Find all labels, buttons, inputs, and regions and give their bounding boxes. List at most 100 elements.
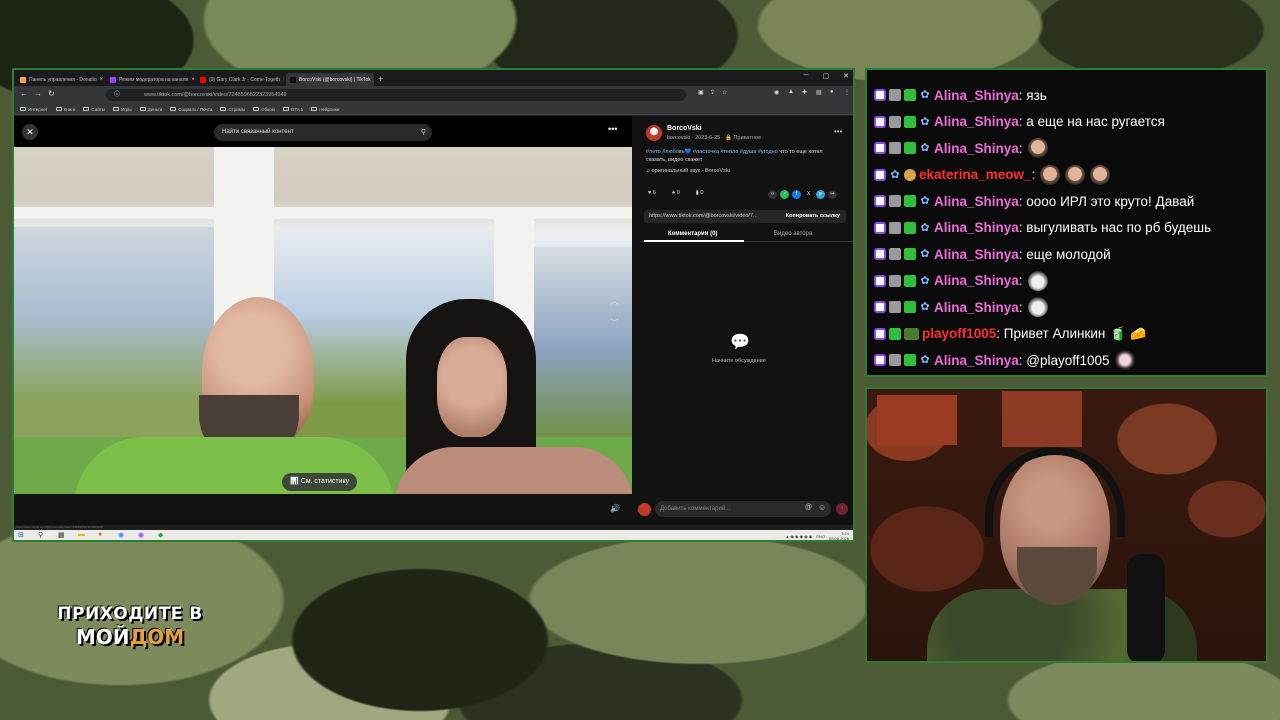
language-indicator[interactable]: ENG	[816, 534, 825, 539]
x-icon[interactable]: X	[804, 190, 813, 199]
chat-bubbles-icon: 💬	[730, 334, 750, 351]
tab-favicon-icon	[110, 76, 116, 83]
bookmark-star-icon[interactable]: ☆	[722, 89, 727, 96]
browser-tab[interactable]: Панель управления - Donatio ×	[16, 73, 104, 86]
chat-username[interactable]: Alina_Shinya	[934, 88, 1019, 103]
tray-icons[interactable]: ▲ ◉ ◉ ◉ ◉ ◉	[785, 534, 812, 539]
statistics-label: См. статистику	[300, 478, 350, 485]
video-player[interactable]: ✕ Найти связанный контент ⚲ ••• ︿ ﹀ 📊 См…	[14, 116, 632, 495]
firefox-icon[interactable]: ●	[98, 531, 102, 538]
share-page-icon[interactable]: ⇪	[710, 89, 715, 96]
previous-video-icon[interactable]: ︿	[610, 294, 619, 307]
bookmark-folder[interactable]: Игры	[113, 107, 132, 112]
bookmark-folder[interactable]: Стримы	[220, 107, 245, 112]
caption-hashtags[interactable]: #лето #любовь💙 #ласточка #тепло #душа #у…	[646, 149, 778, 155]
browser-tab[interactable]: Режим модератора на канале×	[106, 73, 194, 86]
chat-username[interactable]: playoff1005	[922, 326, 996, 341]
back-icon[interactable]: ←	[20, 89, 28, 98]
comment-button[interactable]: ● 0	[672, 190, 680, 196]
close-tab-icon[interactable]: ×	[191, 77, 194, 83]
bookmark-folder[interactable]: Нейронки	[311, 107, 339, 112]
chat-username[interactable]: Alina_Shinya	[934, 300, 1019, 315]
folder-icon	[83, 107, 90, 111]
maximize-icon[interactable]: ▢	[823, 72, 830, 80]
explorer-icon[interactable]: ▬	[78, 531, 85, 538]
sidebar-icon[interactable]: ▤	[816, 89, 822, 96]
emoji-icon[interactable]: ☺	[818, 503, 826, 512]
chat-username[interactable]: Alina_Shinya	[934, 247, 1019, 262]
whatsapp-icon[interactable]: ◔	[780, 190, 789, 199]
chat-username[interactable]: ekaterina_meow_	[919, 167, 1032, 182]
chat-username[interactable]: Alina_Shinya	[934, 114, 1019, 129]
browser-tab[interactable]: (9) Gary Clark Jr - Come Togeth×	[196, 73, 284, 86]
forward-icon[interactable]: →	[34, 89, 42, 98]
chat-username[interactable]: Alina_Shinya	[934, 353, 1019, 368]
volume-icon[interactable]: 🔊	[610, 504, 620, 513]
author-name[interactable]: BorcoVski	[667, 125, 702, 132]
close-tab-icon[interactable]: ×	[283, 77, 284, 83]
mention-icon[interactable]: @	[805, 504, 812, 511]
puzzle-icon[interactable]: ✚	[802, 89, 807, 96]
taskview-icon[interactable]: ▦	[58, 531, 65, 539]
statistics-button[interactable]: 📊 См. статистику	[282, 473, 358, 491]
menu-icon[interactable]: ⋮	[844, 89, 850, 96]
bookmark-folder[interactable]: Книги	[55, 106, 76, 112]
chat-message: ✿ Alina_Shinya:	[874, 268, 1266, 295]
close-window-icon[interactable]: ✕	[843, 72, 849, 80]
tab-comments[interactable]: Комментарии (0)	[668, 231, 717, 237]
search-taskbar-icon[interactable]: ⚲	[38, 531, 43, 539]
app-icon[interactable]: ◉	[138, 531, 144, 539]
bookmark-folder[interactable]: Сайты	[83, 107, 105, 112]
reload-icon[interactable]: ↻	[48, 89, 55, 98]
browser-tab[interactable]: BorcoVski (@borcovski) | TikTok ×	[286, 73, 374, 86]
chrome-icon[interactable]: ◉	[118, 531, 124, 539]
chat-username[interactable]: Alina_Shinya	[934, 220, 1019, 235]
chat-username[interactable]: Alina_Shinya	[934, 141, 1019, 156]
bookmark-label: Книги	[63, 106, 76, 112]
copy-link-button[interactable]: Копировать ссылку	[786, 210, 840, 223]
bookmark-folder[interactable]: Интернет	[20, 107, 48, 112]
verified-badge-icon	[904, 195, 916, 208]
tab-bar: Панель управления - Donatio × Режим модера…	[14, 70, 853, 86]
bookmark-folder[interactable]: GTA 5	[282, 107, 303, 112]
clock[interactable]: 3:24 08.06.2026	[829, 531, 849, 540]
next-video-icon[interactable]: ﹀	[610, 316, 619, 329]
extension-icon[interactable]: ▲	[788, 89, 794, 95]
translate-icon[interactable]: ▣	[698, 89, 704, 96]
embed-icon[interactable]: ‹›	[768, 190, 777, 199]
new-tab-icon[interactable]: +	[378, 73, 383, 86]
bookmark-folder[interactable]: Деньги	[139, 107, 162, 112]
author-avatar[interactable]	[646, 125, 662, 141]
close-video-button[interactable]: ✕	[22, 124, 38, 140]
mod-badge-icon	[889, 221, 901, 234]
chat-text: : @playoff1005	[1018, 352, 1110, 368]
more-options-icon[interactable]: •••	[608, 124, 617, 134]
sub-badge-icon	[904, 168, 916, 181]
chat-message: ✿ Alina_Shinya: оооо ИРЛ это круто! Давай	[874, 188, 1266, 215]
start-icon[interactable]: ⊞	[18, 531, 24, 539]
minimize-icon[interactable]: ─	[804, 72, 809, 80]
like-button[interactable]: ♥ 6	[648, 190, 656, 196]
close-tab-icon[interactable]: ×	[100, 77, 104, 83]
sound-link[interactable]: ♫ оригинальный звук - BorcoVski	[646, 168, 730, 174]
chat-username[interactable]: Alina_Shinya	[934, 194, 1019, 209]
video-frame[interactable]	[14, 147, 632, 495]
telegram-icon[interactable]: ➤	[816, 190, 825, 199]
url-input[interactable]: www.tiktok.com/@borcovski/video/72485965…	[106, 89, 686, 101]
folder-icon	[253, 107, 260, 111]
facebook-icon[interactable]: f	[792, 190, 801, 199]
save-button[interactable]: ▮ 0	[696, 190, 704, 196]
extension-icon[interactable]: ◉	[774, 89, 779, 96]
search-icon[interactable]: ⚲	[421, 124, 426, 141]
chat-username[interactable]: Alina_Shinya	[934, 273, 1019, 288]
bookmark-folder[interactable]: Обком	[253, 107, 275, 112]
related-search-input[interactable]: Найти связанный контент ⚲	[214, 124, 432, 141]
app-icon[interactable]: ◆	[158, 531, 163, 539]
site-info-icon[interactable]: ⓘ	[114, 89, 120, 98]
send-comment-button[interactable]: ↑	[836, 503, 848, 515]
more-icon[interactable]: •••	[834, 127, 842, 136]
tab-author-videos[interactable]: Видео автора	[774, 231, 812, 237]
profile-icon[interactable]: ●	[830, 89, 834, 95]
share-icon[interactable]: ↪	[828, 190, 837, 199]
bookmark-folder[interactable]: Социалк / Почта	[170, 107, 212, 112]
